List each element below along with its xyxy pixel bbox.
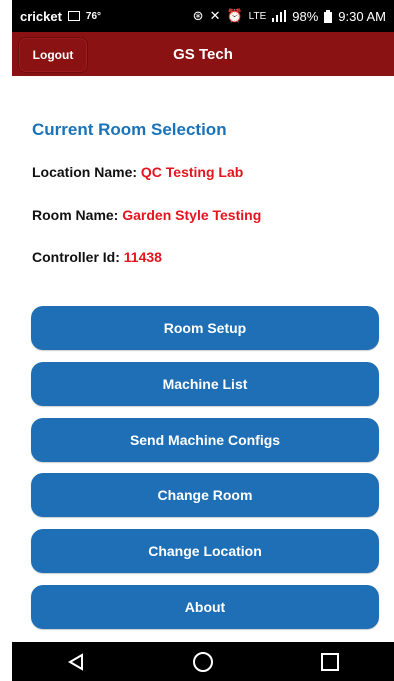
machine-list-button[interactable]: Machine List	[31, 362, 379, 406]
change-room-button[interactable]: Change Room	[31, 473, 379, 517]
send-machine-configs-button[interactable]: Send Machine Configs	[31, 418, 379, 462]
room-label: Room Name:	[32, 207, 119, 223]
controller-value: 11438	[123, 249, 162, 265]
about-button[interactable]: About	[31, 585, 379, 629]
location-row: Location Name: QC Testing Lab	[32, 164, 243, 180]
navigation-bar	[12, 642, 394, 681]
alarm-icon: ⏰	[226, 8, 243, 23]
back-triangle-icon	[67, 652, 83, 671]
recents-button[interactable]	[310, 647, 350, 677]
home-button[interactable]	[183, 647, 223, 677]
app-title: GS Tech	[173, 45, 233, 63]
logout-button[interactable]: Logout	[18, 37, 88, 73]
location-value: QC Testing Lab	[140, 164, 244, 180]
room-value: Garden Style Testing	[122, 207, 262, 223]
carrier-label: cricket	[20, 8, 62, 24]
temperature-label: 76°	[85, 10, 102, 22]
network-type-label: LTE	[248, 10, 267, 22]
image-notification-icon	[67, 11, 80, 21]
recents-square-icon	[321, 652, 340, 671]
mute-icon: ✕	[209, 8, 221, 23]
section-heading: Current Room Selection	[32, 120, 227, 139]
signal-icon	[272, 10, 287, 22]
battery-icon	[324, 9, 333, 23]
clock-label: 9:30 AM	[338, 8, 386, 24]
room-row: Room Name: Garden Style Testing	[32, 207, 261, 223]
main-content: Current Room Selection Location Name: QC…	[12, 76, 394, 642]
controller-row: Controller Id: 11438	[32, 249, 162, 265]
status-left: cricket 76°	[20, 9, 101, 24]
status-right: ⊛ ✕ ⏰ LTE 98% 9:30 AM	[193, 8, 386, 24]
app-bar: Logout GS Tech	[12, 32, 394, 76]
room-setup-button[interactable]: Room Setup	[31, 306, 379, 350]
phone-screen: cricket 76° ⊛ ✕ ⏰ LTE 98% 9:30 AM Logout	[12, 0, 394, 681]
location-label: Location Name:	[32, 164, 138, 180]
home-circle-icon	[192, 651, 213, 672]
sync-icon: ⊛	[192, 8, 204, 23]
change-location-button[interactable]: Change Location	[31, 529, 379, 573]
status-bar: cricket 76° ⊛ ✕ ⏰ LTE 98% 9:30 AM	[12, 0, 394, 32]
battery-percent: 98%	[292, 8, 319, 24]
back-button[interactable]	[56, 647, 96, 677]
controller-label: Controller Id:	[32, 249, 120, 265]
